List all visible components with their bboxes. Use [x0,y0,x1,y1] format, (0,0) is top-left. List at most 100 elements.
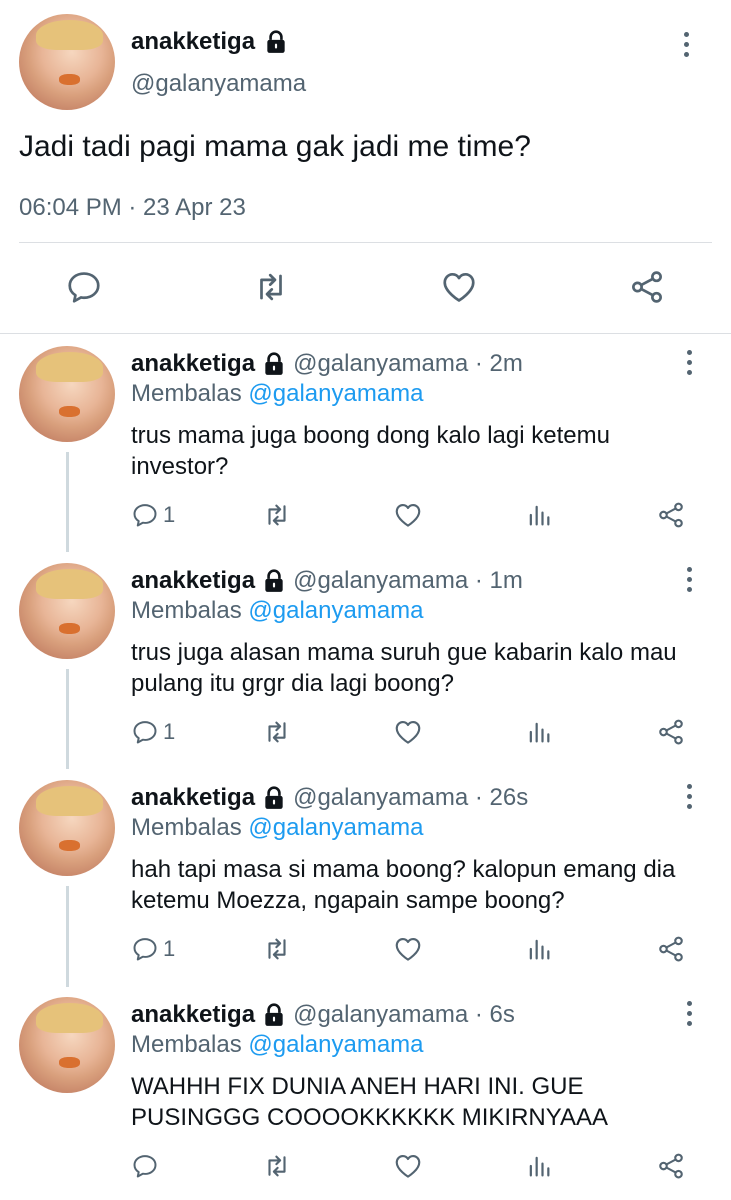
reply-header: anakketiga @galanyamama · 26s [131,784,528,812]
tweet-text: WAHHH FIX DUNIA ANEH HARI INI. GUE PUSIN… [131,1073,608,1131]
retweet-icon[interactable] [252,268,290,306]
tweet-text: Jadi tadi pagi mama gak jadi me time? [19,130,531,163]
reply-header: anakketiga @galanyamama · 6s [131,1001,515,1029]
lock-icon [261,568,287,594]
lock-icon [261,351,287,377]
avatar[interactable] [19,563,115,659]
reply-tweet[interactable]: anakketiga @galanyamama · 6s Membalas @g… [0,985,731,1200]
avatar[interactable] [19,14,115,110]
views-icon [525,1152,553,1180]
reply-icon [131,935,159,963]
tweet-timestamp[interactable]: 06:04 PM · 23 Apr 23 [19,194,246,222]
like-icon[interactable] [440,268,478,306]
like-button[interactable] [393,1151,423,1181]
reply-button[interactable]: 1 [131,500,175,530]
mention-link[interactable]: @galanyamama [248,1031,423,1058]
more-icon[interactable] [687,567,692,597]
divider [19,242,712,243]
share-button[interactable] [656,1151,686,1181]
reply-button[interactable]: 1 [131,717,175,747]
retweet-button[interactable] [262,1151,292,1181]
share-icon [656,934,686,964]
reply-button[interactable]: 1 [131,934,175,964]
share-button[interactable] [656,717,686,747]
mention-link[interactable]: @galanyamama [248,597,423,624]
replying-to-label: Membalas [131,814,242,841]
retweet-icon [262,717,292,747]
retweet-icon [262,934,292,964]
display-name[interactable]: anakketiga [131,567,255,595]
handle-time[interactable]: @galanyamama · 1m [293,567,523,595]
reply-count: 1 [163,502,176,527]
replying-to: Membalas @galanyamama [131,380,424,408]
tweet-text: hah tapi masa si mama boong? kalopun ema… [131,856,676,914]
avatar[interactable] [19,780,115,876]
like-icon [393,717,423,747]
display-name[interactable]: anakketiga [131,1001,255,1029]
views-button[interactable] [525,1151,553,1181]
share-icon[interactable] [628,268,666,306]
retweet-button[interactable] [262,934,292,964]
reply-count: 1 [163,719,176,744]
views-button[interactable] [525,934,553,964]
retweet-icon [262,1151,292,1181]
mention-link[interactable]: @galanyamama [248,380,423,407]
lock-icon [261,1002,287,1028]
like-button[interactable] [393,934,423,964]
avatar[interactable] [19,997,115,1093]
share-button[interactable] [656,500,686,530]
lock-icon [263,29,289,55]
replying-to: Membalas @galanyamama [131,597,424,625]
replying-to-label: Membalas [131,597,242,624]
reply-icon [131,501,159,529]
replying-to-label: Membalas [131,1031,242,1058]
more-icon[interactable] [684,32,689,62]
like-button[interactable] [393,717,423,747]
views-button[interactable] [525,500,553,530]
replying-to: Membalas @galanyamama [131,814,424,842]
handle-time[interactable]: @galanyamama · 2m [293,350,523,378]
share-icon [656,717,686,747]
reply-icon[interactable] [65,268,103,306]
like-icon [393,934,423,964]
like-button[interactable] [393,500,423,530]
reply-tweet[interactable]: anakketiga @galanyamama · 26s Membalas @… [0,768,731,985]
handle-time[interactable]: @galanyamama · 26s [293,784,528,812]
share-icon [656,500,686,530]
like-icon [393,1151,423,1181]
more-icon[interactable] [687,350,692,380]
display-name-row[interactable]: anakketiga [131,28,289,56]
replying-to-label: Membalas [131,380,242,407]
retweet-button[interactable] [262,500,292,530]
retweet-button[interactable] [262,717,292,747]
display-name[interactable]: anakketiga [131,784,255,812]
reply-tweet[interactable]: anakketiga @galanyamama · 1m Membalas @g… [0,551,731,768]
views-icon [525,718,553,746]
views-button[interactable] [525,717,553,747]
more-icon[interactable] [687,784,692,814]
views-icon [525,935,553,963]
reply-icon [131,1152,159,1180]
reply-header: anakketiga @galanyamama · 1m [131,567,523,595]
handle-time[interactable]: @galanyamama · 6s [293,1001,515,1029]
more-icon[interactable] [687,1001,692,1031]
share-icon [656,1151,686,1181]
share-button[interactable] [656,934,686,964]
avatar[interactable] [19,346,115,442]
retweet-icon [262,500,292,530]
main-tweet: anakketiga @galanyamama Jadi tadi pagi m… [0,0,731,334]
display-name[interactable]: anakketiga [131,28,255,56]
tweet-text: trus mama juga boong dong kalo lagi kete… [131,422,610,480]
handle[interactable]: @galanyamama [131,70,306,98]
replying-to: Membalas @galanyamama [131,1031,424,1059]
mention-link[interactable]: @galanyamama [248,814,423,841]
reply-header: anakketiga @galanyamama · 2m [131,350,523,378]
reply-count: 1 [163,936,176,961]
reply-icon [131,718,159,746]
reply-tweet[interactable]: anakketiga @galanyamama · 2m Membalas @g… [0,334,731,551]
lock-icon [261,785,287,811]
reply-button[interactable] [131,1151,163,1181]
views-icon [525,501,553,529]
like-icon [393,500,423,530]
display-name[interactable]: anakketiga [131,350,255,378]
